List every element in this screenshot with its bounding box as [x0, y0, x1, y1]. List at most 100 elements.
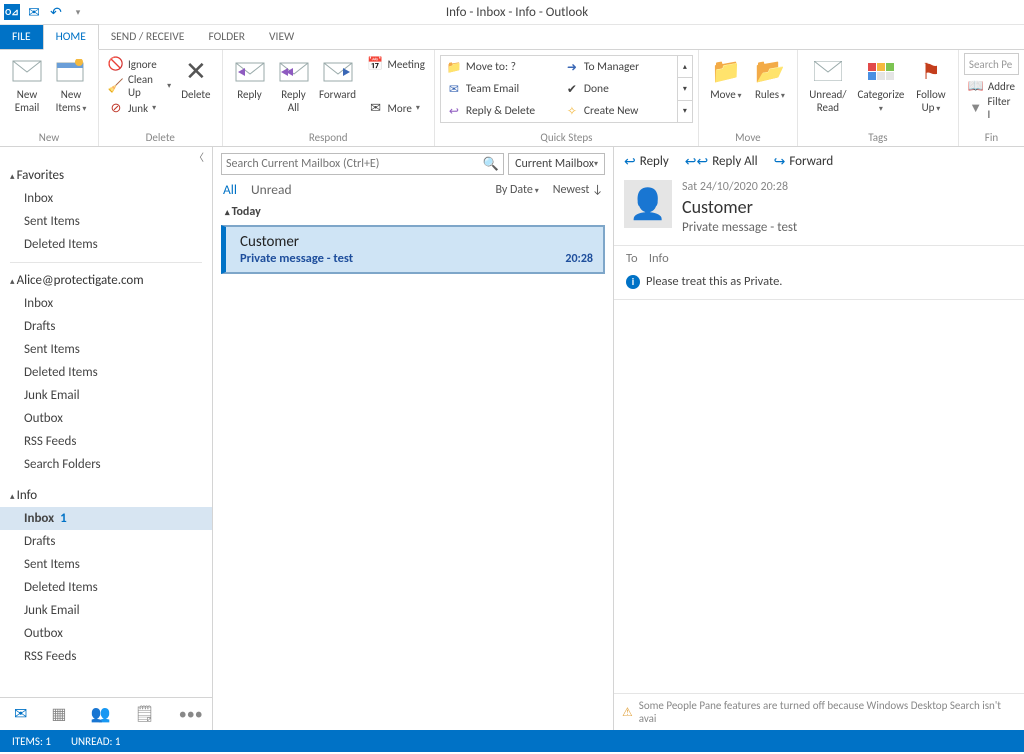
search-input-field[interactable]	[226, 157, 483, 171]
send-receive-qat-icon[interactable]: ✉	[26, 4, 42, 20]
address-book-button[interactable]: 📖Addre	[964, 75, 1019, 97]
follow-up-button[interactable]: ⚑Follow Up	[909, 53, 953, 116]
nav-a2-rss[interactable]: RSS Feeds	[0, 645, 212, 668]
nav-section-account1[interactable]: Alice@protectigate.com	[0, 269, 212, 292]
nav-a1-junk[interactable]: Junk Email	[0, 384, 212, 407]
junk-button[interactable]: ⊘Junk	[104, 97, 175, 119]
quickstep-moveto[interactable]: 📁Move to: ?	[441, 56, 559, 78]
quickstep-reply-delete[interactable]: ↩Reply & Delete	[441, 100, 559, 122]
nav-a2-outbox[interactable]: Outbox	[0, 622, 212, 645]
categorize-button[interactable]: Categorize	[853, 53, 909, 116]
info-icon: i	[626, 275, 640, 289]
search-icon[interactable]: 🔍	[483, 157, 499, 172]
ignore-button[interactable]: 🚫Ignore	[104, 53, 175, 75]
nav-a2-deleted[interactable]: Deleted Items	[0, 576, 212, 599]
undo-qat-icon[interactable]: ↶	[48, 4, 64, 20]
message-item[interactable]: Customer Private message - test 20:28	[221, 225, 605, 274]
nav-a1-sent[interactable]: Sent Items	[0, 338, 212, 361]
clean-up-button[interactable]: 🧹Clean Up	[104, 75, 175, 97]
more-views-icon[interactable]: •••	[179, 705, 203, 724]
quicksteps-scroll-down[interactable]: ▾	[678, 78, 692, 100]
nav-fav-inbox[interactable]: Inbox	[0, 187, 212, 210]
reply-button[interactable]: Reply	[228, 53, 272, 104]
unread-read-button[interactable]: Unread/ Read	[803, 53, 853, 116]
unread-read-icon	[812, 55, 844, 87]
search-mailbox-input[interactable]: 🔍	[221, 153, 504, 175]
forward-icon	[322, 55, 354, 87]
new-items-button[interactable]: New Items	[49, 53, 93, 116]
quicksteps-gallery: 📁Move to: ? ✉Team Email ↩Reply & Delete …	[440, 55, 693, 123]
email-body	[614, 300, 1024, 693]
nav-a2-inbox[interactable]: Inbox1	[0, 507, 212, 530]
more-respond-button[interactable]: ✉More	[364, 97, 429, 119]
people-view-icon[interactable]: 👥	[91, 704, 111, 724]
reading-reply-all-button[interactable]: ↩↩Reply All	[685, 153, 758, 170]
nav-a2-drafts[interactable]: Drafts	[0, 530, 212, 553]
move-button[interactable]: 📁Move	[704, 53, 748, 104]
nav-a2-junk[interactable]: Junk Email	[0, 599, 212, 622]
quicksteps-scroll-up[interactable]: ▴	[678, 56, 692, 78]
nav-fav-deleted[interactable]: Deleted Items	[0, 233, 212, 256]
sort-by-dropdown[interactable]: By Date	[495, 183, 538, 197]
reply-all-icon	[278, 55, 310, 87]
privacy-notice: i Please treat this as Private.	[614, 271, 1024, 300]
forward-icon-small: ↪	[774, 153, 786, 170]
filter-unread[interactable]: Unread	[251, 181, 292, 198]
reply-all-button[interactable]: Reply All	[272, 53, 316, 116]
new-items-icon	[55, 55, 87, 87]
rules-icon: 📂	[754, 55, 786, 87]
tab-file[interactable]: FILE	[0, 25, 43, 49]
nav-a1-outbox[interactable]: Outbox	[0, 407, 212, 430]
delete-button[interactable]: ✕ Delete	[175, 53, 216, 104]
search-scope-dropdown[interactable]: Current Mailbox	[508, 153, 605, 175]
list-group-today[interactable]: Today	[213, 202, 613, 222]
message-from: Customer	[240, 233, 593, 251]
calendar-view-icon[interactable]: ▦	[51, 704, 66, 724]
sort-order-toggle[interactable]: Newest ↓	[553, 183, 603, 197]
filter-all[interactable]: All	[223, 181, 237, 198]
quicksteps-expand[interactable]: ▾	[678, 101, 692, 122]
nav-section-account2[interactable]: Info	[0, 484, 212, 507]
to-manager-icon: ➜	[565, 60, 579, 74]
status-unread-count: UNREAD: 1	[71, 735, 121, 748]
ribbon-tabs: FILE HOME SEND / RECEIVE FOLDER VIEW	[0, 25, 1024, 50]
quickstep-to-manager[interactable]: ➜To Manager	[559, 56, 677, 78]
meeting-button[interactable]: 📅Meeting	[364, 53, 429, 75]
warning-icon: ⚠	[622, 705, 633, 720]
people-pane-warning: ⚠ Some People Pane features are turned o…	[614, 693, 1024, 730]
main-area: 〈 Favorites Inbox Sent Items Deleted Ite…	[0, 147, 1024, 730]
nav-a1-deleted[interactable]: Deleted Items	[0, 361, 212, 384]
nav-a1-search[interactable]: Search Folders	[0, 453, 212, 476]
move-folder-icon: 📁	[710, 55, 742, 87]
quickstep-team-email[interactable]: ✉Team Email	[441, 78, 559, 100]
qat-customize-icon[interactable]: ▾	[70, 4, 86, 20]
new-email-button[interactable]: New Email	[5, 53, 49, 116]
nav-a1-rss[interactable]: RSS Feeds	[0, 430, 212, 453]
team-email-icon: ✉	[447, 82, 461, 96]
tasks-view-icon[interactable]: 🗒	[134, 704, 154, 724]
mail-view-icon[interactable]: ✉	[14, 704, 27, 724]
search-people-input[interactable]: Search Pe	[964, 53, 1019, 75]
junk-icon: ⊘	[108, 100, 124, 116]
quickstep-create-new[interactable]: ✧Create New	[559, 100, 677, 122]
reading-reply-button[interactable]: ↩Reply	[624, 153, 669, 170]
collapse-nav-icon[interactable]: 〈	[0, 147, 212, 164]
tab-home[interactable]: HOME	[43, 24, 99, 50]
filter-email-button[interactable]: ▼Filter I	[964, 97, 1019, 119]
nav-fav-sent[interactable]: Sent Items	[0, 210, 212, 233]
rules-button[interactable]: 📂Rules	[748, 53, 792, 104]
nav-a2-sent[interactable]: Sent Items	[0, 553, 212, 576]
more-icon: ✉	[368, 100, 384, 116]
ribbon-group-new: New Email New Items New	[0, 50, 99, 146]
nav-a1-drafts[interactable]: Drafts	[0, 315, 212, 338]
tab-folder[interactable]: FOLDER	[196, 25, 257, 49]
tab-view[interactable]: VIEW	[257, 25, 306, 49]
quickstep-done[interactable]: ✔Done	[559, 78, 677, 100]
ignore-icon: 🚫	[108, 56, 124, 72]
nav-section-favorites[interactable]: Favorites	[0, 164, 212, 187]
nav-a1-inbox[interactable]: Inbox	[0, 292, 212, 315]
reading-forward-button[interactable]: ↪Forward	[774, 153, 834, 170]
email-date: Sat 24/10/2020 20:28	[682, 180, 1014, 194]
forward-button[interactable]: Forward	[316, 53, 360, 104]
tab-send-receive[interactable]: SEND / RECEIVE	[99, 25, 197, 49]
